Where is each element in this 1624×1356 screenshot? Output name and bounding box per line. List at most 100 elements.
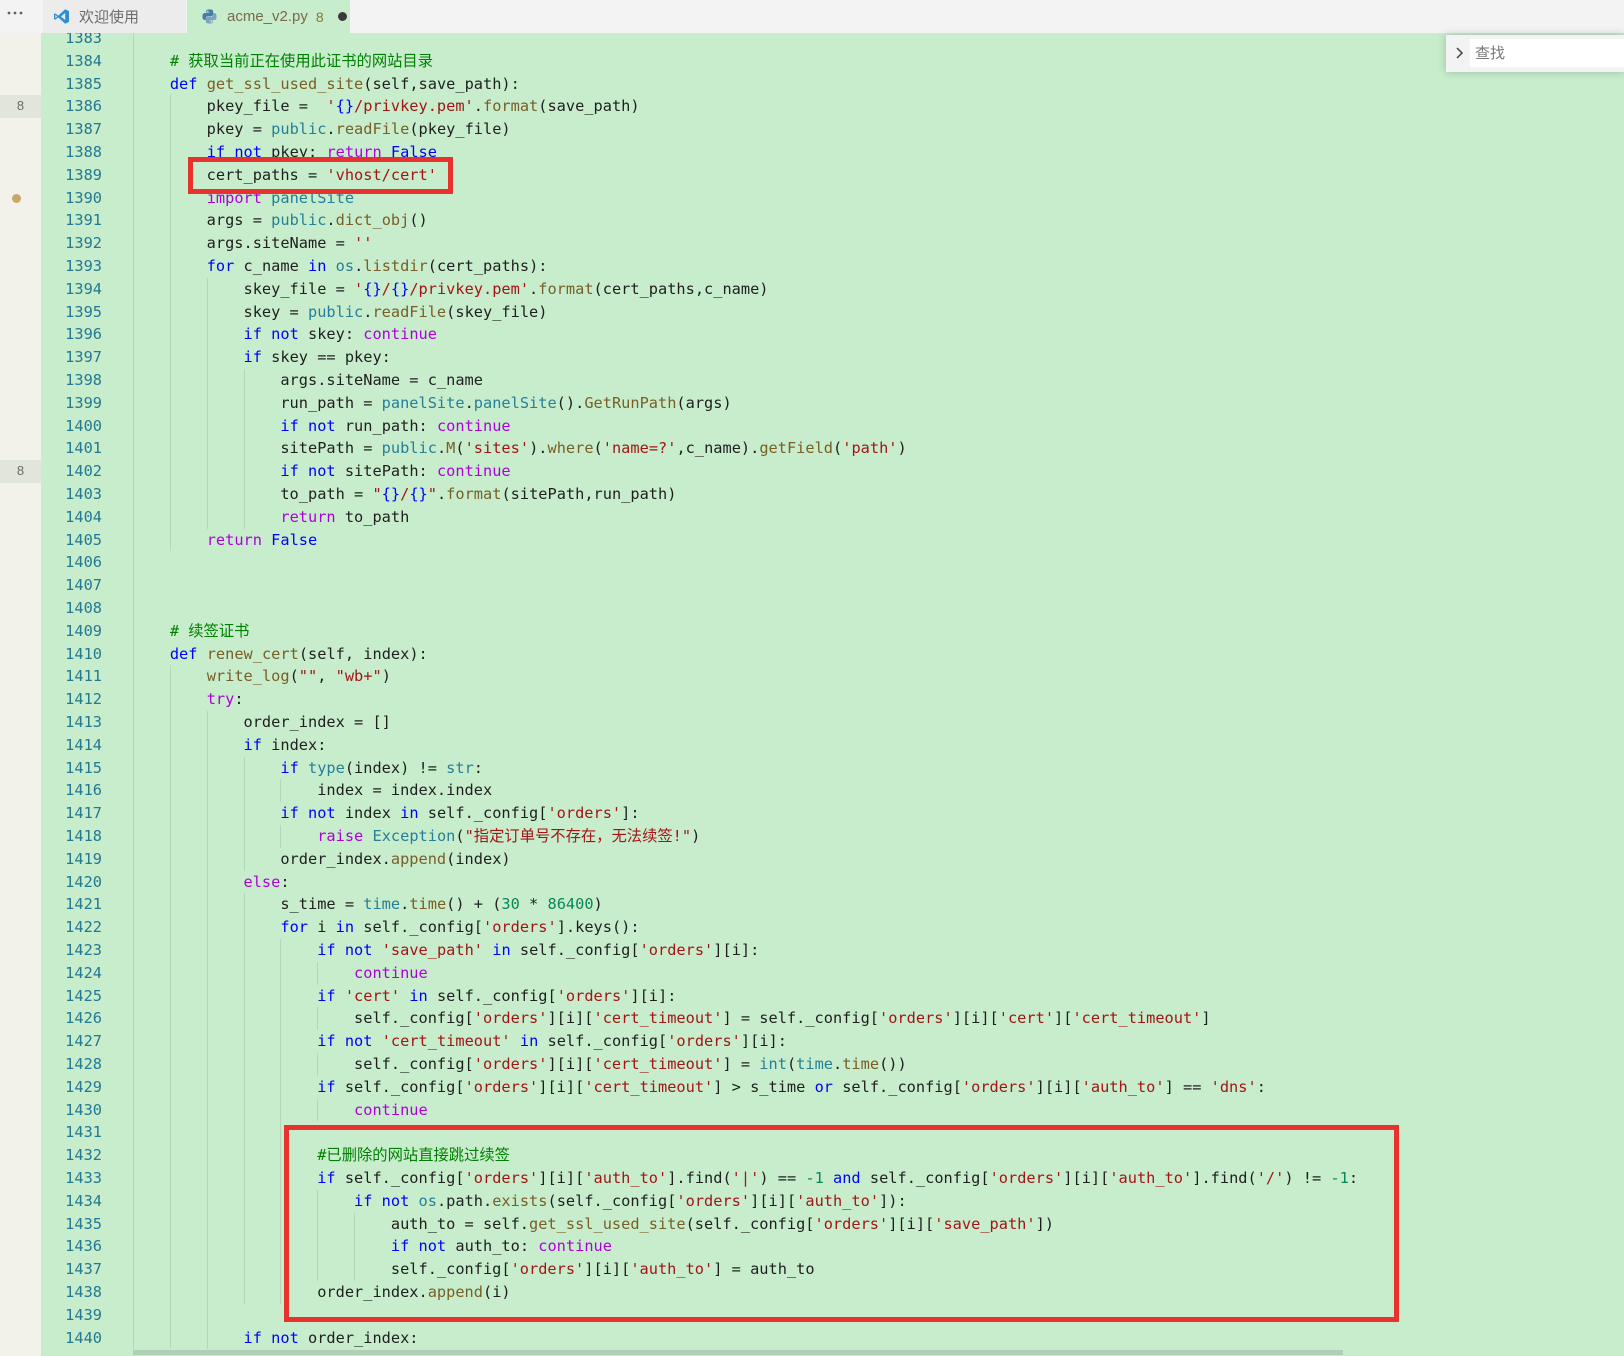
glyph-margin[interactable] xyxy=(0,757,41,780)
gutter-dot-icon[interactable] xyxy=(12,193,21,203)
code-editor[interactable]: 1383 1384 # 获取当前正在使用此证书的网站目录 1385 def get_… xyxy=(0,33,1624,1356)
code-line[interactable]: 1425 if 'cert' in self._config['orders']… xyxy=(0,984,1624,1008)
line-code[interactable]: def get_ssl_used_site(self,save_path): xyxy=(133,73,520,96)
glyph-margin[interactable] xyxy=(0,597,41,620)
line-code[interactable]: pkey_file = '{}/privkey.pem'.format(save… xyxy=(133,95,640,118)
code-line[interactable]: 1383 xyxy=(0,33,1624,50)
code-line[interactable]: 1430 continue xyxy=(0,1098,1624,1122)
glyph-margin[interactable] xyxy=(0,1099,41,1122)
line-code[interactable]: self._config['orders'][i]['cert_timeout'… xyxy=(133,1053,907,1076)
glyph-margin[interactable] xyxy=(0,1053,41,1076)
line-code[interactable]: raise Exception("指定订单号不存在，无法续签!") xyxy=(133,825,700,848)
code-line[interactable]: 1420 else: xyxy=(0,870,1624,894)
line-code[interactable]: else: xyxy=(133,871,290,894)
line-code[interactable]: return to_path xyxy=(133,506,409,529)
glyph-margin[interactable] xyxy=(0,620,41,643)
glyph-margin[interactable] xyxy=(0,1121,41,1144)
code-line[interactable]: 1390 import panelSite xyxy=(0,186,1624,210)
glyph-margin[interactable] xyxy=(0,1144,41,1167)
code-line[interactable]: 1435 auth_to = self.get_ssl_used_site(se… xyxy=(0,1212,1624,1236)
code-line[interactable]: 1440 if not order_index: xyxy=(0,1326,1624,1350)
line-code[interactable]: sitePath = public.M('sites').where('name… xyxy=(133,437,906,460)
line-code[interactable]: args.siteName = c_name xyxy=(133,369,483,392)
code-line[interactable]: 1407 xyxy=(0,574,1624,597)
line-code[interactable]: index = index.index xyxy=(133,779,492,802)
code-line[interactable]: 1421 s_time = time.time() + (30 * 86400) xyxy=(0,893,1624,917)
glyph-margin[interactable] xyxy=(0,1327,41,1350)
code-line[interactable]: 1409 # 续签证书 xyxy=(0,619,1624,643)
glyph-margin[interactable] xyxy=(0,1076,41,1099)
glyph-margin[interactable] xyxy=(0,962,41,985)
line-code[interactable]: s_time = time.time() + (30 * 86400) xyxy=(133,893,602,916)
code-line[interactable]: 1433 if self._config['orders'][i]['auth_… xyxy=(0,1167,1624,1190)
line-code[interactable]: if not 'save_path' in self._config['orde… xyxy=(133,939,759,962)
horizontal-scrollbar[interactable] xyxy=(133,1350,1343,1355)
glyph-margin[interactable] xyxy=(0,779,41,802)
line-code[interactable]: if not 'cert_timeout' in self._config['o… xyxy=(133,1030,787,1053)
tab-welcome[interactable]: 欢迎使用 xyxy=(43,0,186,33)
code-line[interactable]: 1417 if not index in self._config['order… xyxy=(0,802,1624,825)
code-line[interactable]: 1424 continue xyxy=(0,961,1624,985)
line-code[interactable]: run_path = panelSite.panelSite().GetRunP… xyxy=(133,392,731,415)
line-code[interactable]: args = public.dict_obj() xyxy=(133,209,428,232)
line-code[interactable]: pkey = public.readFile(pkey_file) xyxy=(133,118,511,141)
code-line[interactable]: 1398 args.siteName = c_name xyxy=(0,369,1624,392)
line-code[interactable]: if index: xyxy=(133,734,327,757)
line-code[interactable]: skey_file = '{}/{}/privkey.pem'.format(c… xyxy=(133,278,769,301)
line-code[interactable]: continue xyxy=(133,1099,428,1122)
glyph-margin[interactable] xyxy=(0,1258,41,1281)
code-line[interactable]: 1385 def get_ssl_used_site(self,save_pat… xyxy=(0,72,1624,96)
glyph-margin[interactable] xyxy=(0,369,41,392)
line-code[interactable]: self._config['orders'][i]['auth_to'] = a… xyxy=(133,1258,815,1281)
line-code[interactable]: # 获取当前正在使用此证书的网站目录 xyxy=(133,50,433,73)
code-line[interactable]: 1429 if self._config['orders'][i]['cert_… xyxy=(0,1075,1624,1099)
code-line[interactable]: 1392 args.siteName = '' xyxy=(0,232,1624,255)
glyph-margin[interactable] xyxy=(0,711,41,734)
code-line[interactable]: 1423 if not 'save_path' in self._config[… xyxy=(0,939,1624,962)
glyph-margin[interactable] xyxy=(0,688,41,711)
line-code[interactable]: write_log("", "wb+") xyxy=(133,665,391,688)
glyph-margin[interactable] xyxy=(0,164,41,187)
code-line[interactable]: 1415 if type(index) != str: xyxy=(0,756,1624,780)
glyph-margin[interactable] xyxy=(0,1190,41,1213)
code-line[interactable]: 1414 if index: xyxy=(0,733,1624,757)
code-line[interactable]: 1405 return False xyxy=(0,528,1624,552)
line-code[interactable]: return False xyxy=(133,529,318,552)
code-line[interactable]: 1434 if not os.path.exists(self._config[… xyxy=(0,1189,1624,1213)
code-line[interactable]: 1422 for i in self._config['orders'].key… xyxy=(0,916,1624,939)
unsaved-dot-icon[interactable] xyxy=(337,12,347,21)
glyph-margin[interactable] xyxy=(0,985,41,1008)
glyph-margin[interactable] xyxy=(0,551,41,574)
glyph-margin[interactable] xyxy=(0,1281,41,1304)
code-line[interactable]: 1389 cert_paths = 'vhost/cert' xyxy=(0,163,1624,187)
glyph-margin[interactable] xyxy=(0,1030,41,1053)
glyph-margin[interactable] xyxy=(0,1304,41,1327)
code-line[interactable]: 1388 if not pkey: return False xyxy=(0,141,1624,164)
code-line[interactable]: 1416 index = index.index xyxy=(0,779,1624,803)
line-code[interactable]: if type(index) != str: xyxy=(133,757,483,780)
code-line[interactable]: 1393 for c_name in os.listdir(cert_paths… xyxy=(0,255,1624,278)
line-code[interactable]: to_path = "{}/{}".format(sitePath,run_pa… xyxy=(133,483,676,506)
code-line[interactable]: 1411 write_log("", "wb+") xyxy=(0,665,1624,689)
line-code[interactable]: if not pkey: return False xyxy=(133,141,437,164)
code-line[interactable]: 1397 if skey == pkey: xyxy=(0,346,1624,369)
glyph-margin[interactable] xyxy=(0,437,41,460)
line-code[interactable]: if not auth_to: continue xyxy=(133,1235,612,1258)
code-line[interactable]: 1396 if not skey: continue xyxy=(0,323,1624,347)
line-code[interactable]: continue xyxy=(133,962,428,985)
glyph-margin[interactable] xyxy=(0,529,41,552)
code-line[interactable]: 1412 try: xyxy=(0,688,1624,711)
glyph-margin[interactable] xyxy=(0,73,41,96)
code-line[interactable]: 1400 if not run_path: continue xyxy=(0,414,1624,438)
glyph-margin[interactable] xyxy=(0,346,41,369)
line-code[interactable]: import panelSite xyxy=(133,187,354,210)
glyph-margin[interactable] xyxy=(0,1213,41,1236)
line-code[interactable]: if not os.path.exists(self._config['orde… xyxy=(133,1190,907,1213)
code-line[interactable]: 1427 if not 'cert_timeout' in self._conf… xyxy=(0,1030,1624,1053)
code-line[interactable]: 1408 xyxy=(0,597,1624,620)
toggle-replace-chevron-icon[interactable] xyxy=(1450,44,1468,62)
glyph-margin[interactable] xyxy=(0,665,41,688)
glyph-margin[interactable] xyxy=(0,939,41,962)
line-code[interactable]: args.siteName = '' xyxy=(133,232,373,255)
line-code[interactable]: try: xyxy=(133,688,244,711)
